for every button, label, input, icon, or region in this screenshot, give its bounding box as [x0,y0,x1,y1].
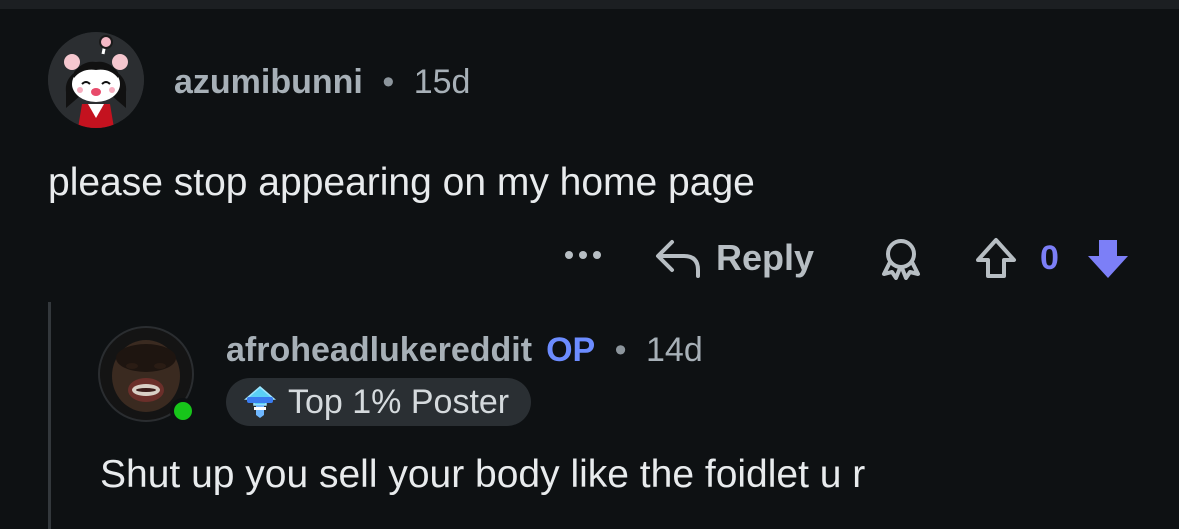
separator-dot: • [382,63,395,101]
username[interactable]: azumibunni [174,63,363,101]
timestamp: 14d [646,331,703,369]
vote-count: 0 [1040,239,1059,277]
upvote-icon [976,238,1016,278]
comment-body: please stop appearing on my home page [48,161,755,204]
flair-label: Top 1% Poster [288,382,510,421]
online-status-indicator [170,398,196,424]
comment-meta: azumibunni • 15d [174,62,470,102]
comment-body: Shut up you sell your body like the foid… [100,453,866,496]
user-flair[interactable]: Top 1% Poster [226,378,532,426]
upvote-button[interactable] [972,234,1020,282]
comment: azumibunni • 15d please stop appearing o… [0,0,1179,300]
comment-actions: Reply 0 [0,226,1179,286]
reply-label: Reply [716,237,815,278]
reply-icon [656,240,700,278]
op-badge: OP [546,331,596,369]
more-dots-icon [565,251,601,259]
award-icon [882,239,920,280]
reply-comment: afroheadlukereddit OP • 14d Top 1% Poster… [0,300,1179,529]
reply-button[interactable]: Reply [652,234,814,282]
avatar[interactable] [48,32,144,128]
more-options-button[interactable] [558,240,608,270]
timestamp: 15d [413,63,471,101]
username[interactable]: afroheadlukereddit [226,331,532,369]
separator-dot: • [614,331,627,369]
comment-meta: afroheadlukereddit OP • 14d [226,330,703,370]
downvote-button[interactable] [1084,234,1132,282]
top-poster-icon [244,386,276,418]
award-button[interactable] [876,236,926,280]
downvote-icon [1088,240,1128,278]
